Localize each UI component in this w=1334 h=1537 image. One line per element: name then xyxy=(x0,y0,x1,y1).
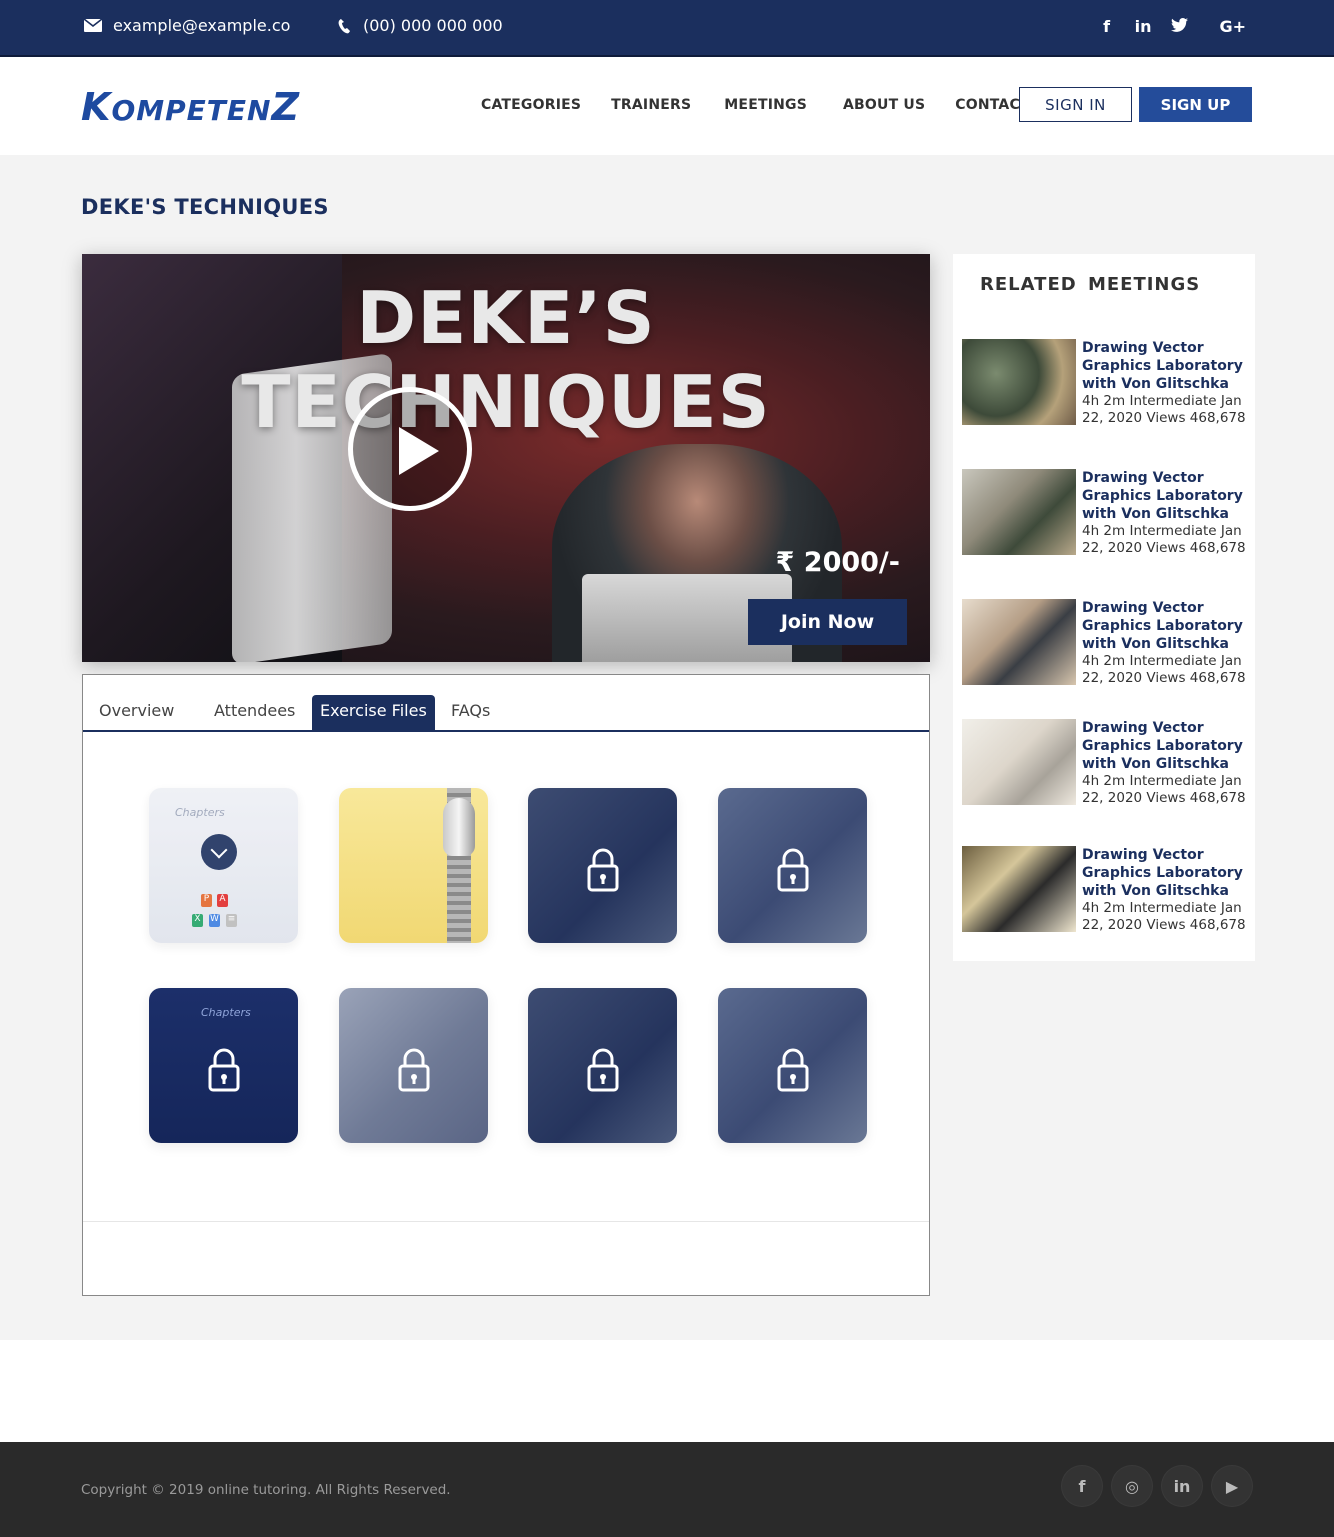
meeting-thumbnail[interactable] xyxy=(962,339,1076,425)
excel-icon: X xyxy=(192,914,203,927)
meeting-thumbnail[interactable] xyxy=(962,599,1076,685)
word-icon: W xyxy=(209,914,220,927)
meeting-meta: 4h 2m Intermediate Jan 22, 2020 Views 46… xyxy=(1082,773,1246,806)
file-tile-locked[interactable] xyxy=(528,988,677,1143)
course-price: ₹ 2000/- xyxy=(775,547,900,578)
related-meeting-item[interactable]: Drawing Vector Graphics Laboratory with … xyxy=(962,846,1250,936)
file-tile-locked[interactable] xyxy=(339,988,488,1143)
phone-icon xyxy=(338,18,350,33)
nav-about-us[interactable]: ABOUT US xyxy=(843,97,925,113)
top-social-links: f in G+ xyxy=(1099,17,1246,36)
youtube-icon[interactable]: ▶ xyxy=(1212,1466,1252,1506)
meeting-thumbnail[interactable] xyxy=(962,846,1076,932)
lock-icon xyxy=(587,1048,618,1091)
linkedin-icon[interactable]: in xyxy=(1162,1466,1202,1506)
related-meetings-sidebar: RELATED MEETINGS Drawing Vector Graphics… xyxy=(953,254,1255,961)
file-tile-locked[interactable] xyxy=(718,788,867,943)
sign-up-button[interactable]: SIGN UP xyxy=(1139,87,1252,122)
twitter-icon[interactable] xyxy=(1171,17,1199,36)
main-header: KOMPETENZ CATEGORIES TRAINERS MEETINGS A… xyxy=(0,57,1334,155)
play-button-icon[interactable] xyxy=(348,387,472,511)
site-footer: Copyright © 2019 online tutoring. All Ri… xyxy=(0,1442,1334,1537)
brand-logo[interactable]: KOMPETENZ xyxy=(81,85,300,129)
file-tile-downloadable[interactable]: Chapters P A X W ≡ xyxy=(149,788,298,943)
course-tabs-panel: Overview Attendees Exercise Files FAQs C… xyxy=(82,674,930,1296)
linkedin-icon[interactable]: in xyxy=(1135,17,1152,36)
nav-categories[interactable]: CATEGORIES xyxy=(481,97,581,113)
contact-email[interactable]: example@example.co xyxy=(84,16,290,35)
meeting-title[interactable]: Drawing Vector Graphics Laboratory with … xyxy=(1082,846,1252,900)
meeting-title[interactable]: Drawing Vector Graphics Laboratory with … xyxy=(1082,599,1252,653)
nav-trainers[interactable]: TRAINERS xyxy=(611,97,691,113)
lock-icon xyxy=(777,1048,808,1091)
tab-attendees[interactable]: Attendees xyxy=(206,695,303,731)
top-bar: example@example.co (00) 000 000 000 f in… xyxy=(0,0,1334,57)
envelope-icon xyxy=(84,19,102,32)
lock-icon xyxy=(208,1048,239,1091)
chapters-label: Chapters xyxy=(175,806,225,819)
related-meeting-item[interactable]: Drawing Vector Graphics Laboratory with … xyxy=(962,339,1250,429)
sign-in-button[interactable]: SIGN IN xyxy=(1019,87,1132,122)
facebook-icon[interactable]: f xyxy=(1062,1466,1102,1506)
page-title: DEKE'S TECHNIQUES xyxy=(81,195,329,219)
meeting-title[interactable]: Drawing Vector Graphics Laboratory with … xyxy=(1082,469,1252,523)
sidebar-title: RELATED MEETINGS xyxy=(980,274,1201,295)
meeting-thumbnail[interactable] xyxy=(962,719,1076,805)
file-tile-locked[interactable] xyxy=(528,788,677,943)
join-now-button[interactable]: Join Now xyxy=(748,599,907,645)
file-tile-zip[interactable] xyxy=(339,788,488,943)
meeting-meta: 4h 2m Intermediate Jan 22, 2020 Views 46… xyxy=(1082,523,1246,556)
phone-text: (00) 000 000 000 xyxy=(363,16,503,35)
divider xyxy=(83,1221,929,1222)
related-meeting-item[interactable]: Drawing Vector Graphics Laboratory with … xyxy=(962,469,1250,559)
contact-phone[interactable]: (00) 000 000 000 xyxy=(338,16,503,35)
powerpoint-icon: P xyxy=(201,894,212,907)
tab-bar: Overview Attendees Exercise Files FAQs xyxy=(83,675,929,732)
meeting-meta: 4h 2m Intermediate Jan 22, 2020 Views 46… xyxy=(1082,393,1246,426)
meeting-meta: 4h 2m Intermediate Jan 22, 2020 Views 46… xyxy=(1082,653,1246,686)
chapters-label: Chapters xyxy=(201,1006,251,1019)
nav-meetings[interactable]: MEETINGS xyxy=(724,97,807,113)
tab-faqs[interactable]: FAQs xyxy=(443,695,498,731)
email-text: example@example.co xyxy=(113,16,291,35)
google-plus-icon[interactable]: G+ xyxy=(1219,17,1246,36)
tab-overview[interactable]: Overview xyxy=(91,695,182,731)
related-meeting-item[interactable]: Drawing Vector Graphics Laboratory with … xyxy=(962,599,1250,689)
main-nav: CATEGORIES TRAINERS MEETINGS ABOUT US CO… xyxy=(481,97,1060,113)
instagram-icon[interactable]: ◎ xyxy=(1112,1466,1152,1506)
video-title: DEKE’S TECHNIQUES xyxy=(241,276,771,444)
lock-icon xyxy=(587,848,618,891)
related-meeting-item[interactable]: Drawing Vector Graphics Laboratory with … xyxy=(962,719,1250,809)
meeting-meta: 4h 2m Intermediate Jan 22, 2020 Views 46… xyxy=(1082,900,1246,933)
lock-icon xyxy=(398,1048,429,1091)
file-tile-locked[interactable] xyxy=(718,988,867,1143)
meeting-thumbnail[interactable] xyxy=(962,469,1076,555)
document-icon: ≡ xyxy=(226,914,237,927)
meeting-title[interactable]: Drawing Vector Graphics Laboratory with … xyxy=(1082,719,1252,773)
lock-icon xyxy=(777,848,808,891)
file-tile-locked[interactable]: Chapters xyxy=(149,988,298,1143)
facebook-icon[interactable]: f xyxy=(1099,17,1115,36)
meeting-title[interactable]: Drawing Vector Graphics Laboratory with … xyxy=(1082,339,1252,393)
copyright-text: Copyright © 2019 online tutoring. All Ri… xyxy=(81,1482,451,1498)
course-video[interactable]: DEKE’S TECHNIQUES ₹ 2000/- Join Now xyxy=(82,254,930,662)
main-content: DEKE'S TECHNIQUES DEKE’S TECHNIQUES ₹ 20… xyxy=(0,155,1334,1340)
download-icon[interactable] xyxy=(201,834,237,870)
tab-exercise-files[interactable]: Exercise Files xyxy=(312,695,435,731)
pdf-icon: A xyxy=(217,894,228,907)
